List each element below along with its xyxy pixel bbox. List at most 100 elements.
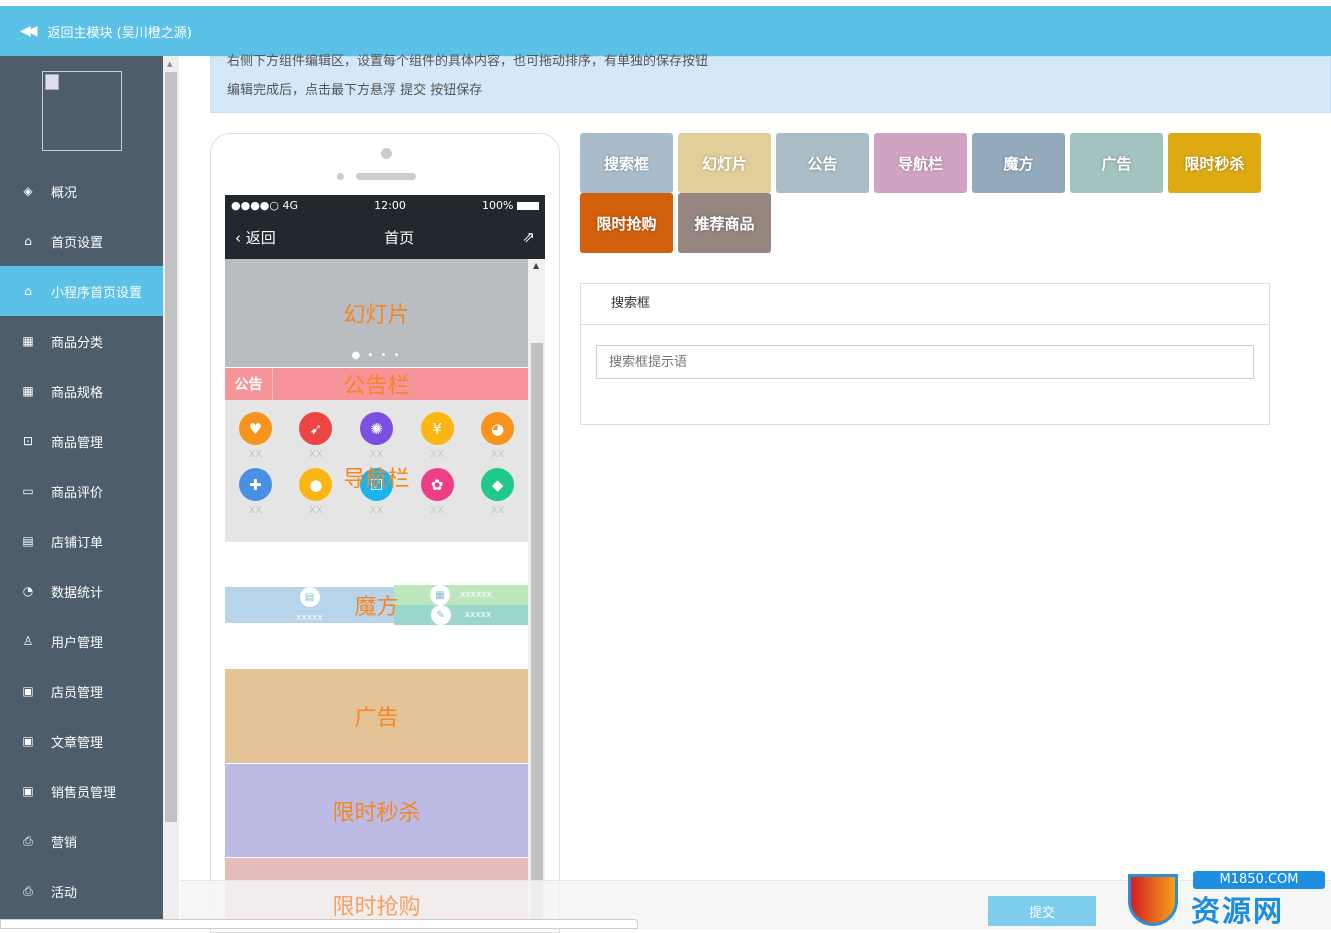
phone-nav-bar: ‹ 返回 首页 ⇗ xyxy=(225,215,545,259)
share-icon: ⇗ xyxy=(522,228,535,246)
info-line-2: 编辑完成后，点击最下方悬浮 提交 按钮保存 xyxy=(227,83,483,98)
info-box: 右侧下方组件编辑区，设置每个组件的具体内容，也可拖动排序，有单独的保存按钮 编辑… xyxy=(210,54,1331,113)
sidebar-item[interactable]: ⎙ 活动 xyxy=(0,866,163,916)
cube-component[interactable]: ▤ xxxxx ▦ xxxxxx ✎ xxxxx 魔方 xyxy=(225,542,528,668)
nav-item: ✚ XX xyxy=(225,468,286,516)
component-tile[interactable]: 限时秒杀 xyxy=(1168,133,1261,193)
component-palette: 搜索框 幻灯片 公告 导航栏 魔方 广告 限时秒杀限时抢购 推荐商品 xyxy=(580,133,1280,253)
nav-item-icon: ✺ xyxy=(359,412,393,445)
search-placeholder-input[interactable] xyxy=(596,345,1254,379)
sidebar-item-label: 数据统计 xyxy=(51,585,104,601)
info-line-1: 右侧下方组件编辑区，设置每个组件的具体内容，也可拖动排序，有单独的保存按钮 xyxy=(227,54,709,69)
battery-icon xyxy=(516,201,539,210)
phone-status-bar: ●●●●○ 4G 12:00 100% xyxy=(225,195,545,215)
sidebar-item[interactable]: ♙ 用户管理 xyxy=(0,616,163,666)
phone-back: ‹ 返回 xyxy=(235,228,276,247)
sidebar-item-label: 概况 xyxy=(51,185,78,201)
sidebar-item[interactable]: ◈ 概况 xyxy=(0,166,163,216)
sidebar-item[interactable]: ⊡ 商品管理 xyxy=(0,416,163,466)
nav-item-icon: ✿ xyxy=(420,468,454,501)
sidebar-item-label: 用户管理 xyxy=(51,635,104,651)
double-chevron-left-icon[interactable]: ◀◀ xyxy=(20,23,37,39)
bag-icon: ⎙ xyxy=(23,883,33,898)
sidebar-item[interactable]: ▦ 商品规格 xyxy=(0,366,163,416)
phone-sensor xyxy=(337,173,344,180)
sidebar-item-label: 小程序首页设置 xyxy=(51,285,143,301)
nav-item-icon: ♥ xyxy=(238,412,272,445)
scroll-up-icon[interactable]: ▲ xyxy=(533,261,539,270)
sidebar-scrollbar[interactable]: ▲ xyxy=(163,56,179,929)
id-card-icon: ▣ xyxy=(22,784,34,798)
phone-speaker xyxy=(356,173,416,180)
rush-buy-label: 限时抢购 xyxy=(332,894,421,920)
sidebar: ◈ 概况 ⌂ 首页设置 ⌂ 小程序首页设置 ▦ 商品分类 ▦ 商品规格 ⊡ 商品管理 ▭ 商品评价 ▤ 店铺订… xyxy=(0,56,163,929)
cube-label: 魔方 xyxy=(354,595,399,620)
id-card-icon: ▣ xyxy=(22,684,34,698)
nav-item: ¥ XX xyxy=(407,412,468,460)
component-tile[interactable]: 导航栏 xyxy=(874,133,967,193)
nav-component[interactable]: ♥ XX ➹ XX ✺ XX ¥ XX ◕ XX ✚ XX ● XX ☑ XX ✿ XX ◆ XX 导航栏 xyxy=(225,400,528,542)
sidebar-item[interactable]: ⌂ 小程序首页设置 xyxy=(0,266,163,316)
flash-sale-component[interactable]: 限时秒杀 xyxy=(225,764,528,857)
nav-item-icon: ● xyxy=(299,468,333,501)
watermark-logo: M1850.COM 资源网 xyxy=(1125,868,1331,929)
sidebar-item[interactable]: ⎙ 营销 xyxy=(0,816,163,866)
sidebar-item-label: 商品分类 xyxy=(51,335,104,351)
scrollbar-thumb[interactable] xyxy=(165,72,177,822)
submit-button[interactable]: 提交 xyxy=(988,896,1096,926)
component-tile[interactable]: 广告 xyxy=(1070,133,1163,193)
component-tile[interactable]: 魔方 xyxy=(972,133,1065,193)
nav-item-icon: ¥ xyxy=(420,412,454,445)
scrollbar-thumb[interactable] xyxy=(531,343,543,929)
sidebar-item[interactable]: ▣ 销售员管理 xyxy=(0,766,163,816)
header: ◀◀ 返回主模块 (吴川橙之源) xyxy=(0,6,1331,56)
ad-component[interactable]: 广告 xyxy=(225,669,528,763)
nav-item-icon: ◆ xyxy=(481,468,515,501)
component-tile[interactable]: 限时抢购 xyxy=(580,193,673,253)
component-tile[interactable]: 幻灯片 xyxy=(678,133,771,193)
home-icon: ⌂ xyxy=(24,284,32,298)
sidebar-item-label: 文章管理 xyxy=(51,735,104,751)
component-tile[interactable]: 推荐商品 xyxy=(678,193,771,253)
id-card-icon: ▣ xyxy=(22,734,34,748)
nav-item: ✺ XX xyxy=(346,412,407,460)
nav-component-label: 导航栏 xyxy=(343,467,410,492)
file-icon: ▤ xyxy=(22,534,34,548)
sidebar-item[interactable]: ◔ 数据统计 xyxy=(0,566,163,616)
preview-scrollbar[interactable]: ▲ xyxy=(528,259,545,929)
inbox-icon: ⊡ xyxy=(22,434,34,448)
sidebar-item[interactable]: ▤ 店铺订单 xyxy=(0,516,163,566)
layers-icon: ◈ xyxy=(23,184,33,198)
slide-dots: ● • • • xyxy=(351,350,402,361)
sidebar-item[interactable]: ▣ 文章管理 xyxy=(0,716,163,766)
sidebar-item[interactable]: ▣ 店员管理 xyxy=(0,666,163,716)
watermark-domain: M1850.COM xyxy=(1193,871,1325,889)
sidebar-item-label: 销售员管理 xyxy=(51,785,117,801)
component-tile[interactable]: 搜索框 xyxy=(580,133,673,193)
grid-icon: ▦ xyxy=(22,334,34,348)
grid-icon: ▦ xyxy=(22,384,34,398)
pie-chart-icon: ◔ xyxy=(22,584,34,598)
sidebar-item[interactable]: ▦ 商品分类 xyxy=(0,316,163,366)
sidebar-item[interactable]: ▭ 商品评价 xyxy=(0,466,163,516)
component-tile[interactable]: 公告 xyxy=(776,133,869,193)
nav-item-icon: ➹ xyxy=(299,412,333,445)
notice-component[interactable]: 公告 公告栏 xyxy=(225,368,528,400)
battery: 100% xyxy=(482,199,539,212)
slideshow-component[interactable]: 幻灯片 ● • • • xyxy=(225,259,528,367)
sidebar-item-label: 活动 xyxy=(51,885,78,901)
watermark-name: 资源网 xyxy=(1191,894,1285,928)
home-icon: ⌂ xyxy=(24,234,32,248)
nav-item: ◕ XX xyxy=(467,412,528,460)
back-to-main-link[interactable]: 返回主模块 (吴川橙之源) xyxy=(48,22,192,41)
sidebar-item-label: 营销 xyxy=(51,835,78,851)
nav-item: ● XX xyxy=(286,468,347,516)
nav-item: ➹ XX xyxy=(286,412,347,460)
time: 12:00 xyxy=(374,198,406,212)
nav-item: ♥ XX xyxy=(225,412,286,460)
scroll-up-icon[interactable]: ▲ xyxy=(167,60,172,68)
broken-image-icon xyxy=(45,74,59,90)
sidebar-item-label: 商品评价 xyxy=(51,485,104,501)
sidebar-item[interactable]: ⌂ 首页设置 xyxy=(0,216,163,266)
sidebar-item-label: 商品管理 xyxy=(51,435,104,451)
